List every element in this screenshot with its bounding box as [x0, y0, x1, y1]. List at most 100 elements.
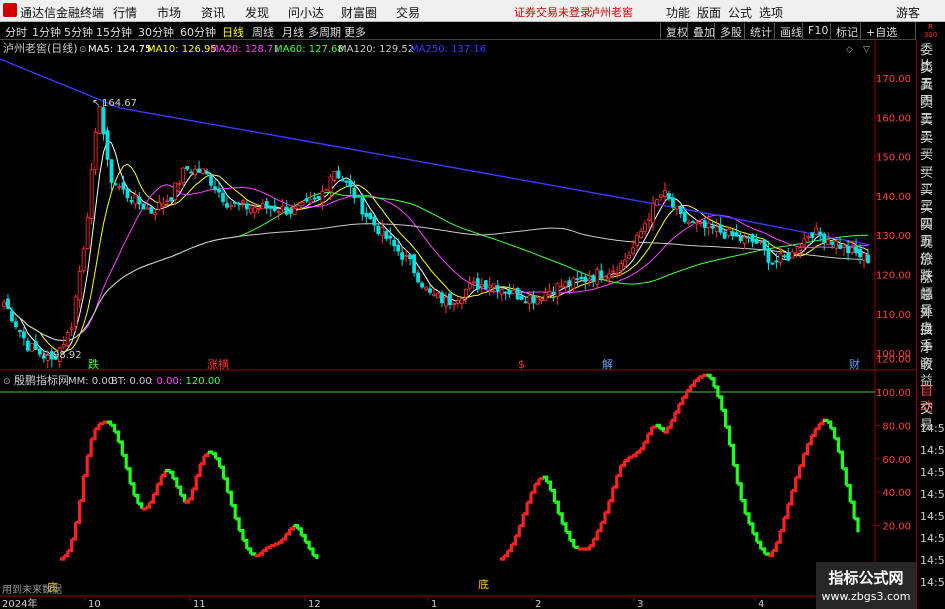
chart-canvas[interactable]: 泸州老窖(日线) ⊙ MA5: 124.75 MA10: 126.95 MA20… — [0, 40, 916, 609]
candle-body — [137, 196, 142, 205]
candle-body — [587, 278, 592, 281]
period-5min[interactable]: 5分钟 — [64, 24, 93, 40]
menu-formula[interactable]: 公式 — [728, 4, 752, 21]
tool-mark[interactable]: 标记 — [830, 23, 862, 39]
tool-multi-stock[interactable]: 多股 — [714, 23, 746, 39]
event-marker-rise[interactable]: 涨横 — [207, 357, 229, 371]
candle-body — [145, 207, 150, 210]
indicator-step — [682, 390, 689, 399]
indicator-step — [196, 463, 202, 478]
indicator-step — [706, 373, 712, 379]
price-tick-label: 130.00 — [876, 231, 911, 242]
candle-body — [85, 217, 90, 249]
candle-body — [300, 202, 305, 206]
period-multi[interactable]: 多周期 — [308, 24, 341, 40]
candle-body — [201, 168, 205, 174]
candle-body — [392, 240, 397, 247]
indicator-step — [106, 420, 113, 426]
candle-body — [495, 285, 500, 292]
menu-news[interactable]: 资讯 — [201, 4, 225, 21]
indicator-step — [752, 532, 759, 543]
indicator-step — [258, 550, 264, 556]
indicator-step — [550, 488, 556, 503]
event-marker-finance[interactable]: 财 — [849, 357, 860, 371]
menu-wealth-circle[interactable]: 财富圈 — [341, 4, 377, 21]
date-label-oct: 10 — [88, 599, 101, 609]
menu-market-quotes[interactable]: 行情 — [113, 4, 137, 21]
candle-body — [360, 197, 365, 215]
period-30min[interactable]: 30分钟 — [138, 24, 174, 40]
period-monthly[interactable]: 月线 — [282, 24, 304, 40]
candle-body — [304, 198, 309, 202]
menu-market[interactable]: 市场 — [157, 4, 181, 21]
indicator-step — [122, 453, 128, 469]
indicator-step — [698, 375, 704, 379]
menu-functions[interactable]: 功能 — [666, 4, 690, 21]
candle-body — [93, 131, 98, 171]
indicator-step — [675, 403, 681, 414]
period-daily[interactable]: 日线 — [222, 24, 244, 40]
chart-settings-icon[interactable]: ▽ — [863, 45, 870, 55]
indicator-step — [227, 490, 233, 506]
event-marker-dividend[interactable]: $ — [518, 358, 525, 371]
watermark-title: 指标公式网 — [828, 569, 903, 587]
period-more[interactable]: 更多 — [344, 24, 366, 40]
candle-body — [559, 285, 564, 288]
candle-body — [388, 235, 393, 239]
menu-layout[interactable]: 版面 — [697, 4, 721, 21]
indicator-step — [110, 423, 117, 433]
candle-body — [14, 321, 18, 328]
indicator-step — [289, 525, 296, 531]
event-marker-unlock[interactable]: 解 — [602, 357, 613, 371]
indicator-step — [285, 528, 292, 536]
menu-options[interactable]: 选项 — [759, 4, 783, 21]
indicator-step — [745, 512, 751, 524]
candle-body — [244, 203, 249, 210]
candle-body — [69, 327, 74, 330]
period-60min[interactable]: 60分钟 — [180, 24, 216, 40]
indicator-step — [636, 448, 642, 454]
candle-body — [563, 281, 568, 288]
menu-ask[interactable]: 问小达 — [288, 4, 324, 21]
app-title: 通达信金融终端 — [20, 6, 105, 20]
ma5-label: MA5: 124.75 — [88, 44, 151, 55]
indicator-header: ⊙ 殷鹏指标网 MM: 0.00 BT: 0.00 : 0.00 : 120.0… — [3, 373, 221, 387]
period-1min[interactable]: 1分钟 — [32, 24, 61, 40]
candle-body — [141, 203, 146, 210]
candle-body — [738, 236, 743, 242]
date-label-mar: 3 — [637, 599, 643, 609]
indicator-step — [686, 385, 693, 392]
candle-body — [706, 222, 711, 229]
login-notice[interactable]: 证券交易未登录 — [514, 4, 591, 20]
chart-menu-icon[interactable]: ◇ — [846, 45, 853, 55]
indicator-collapse-icon[interactable]: ⊙ — [3, 377, 11, 387]
ma20-label: MA20: 128.71 — [210, 44, 280, 55]
indicator-step — [647, 427, 654, 436]
candle-body — [798, 247, 803, 251]
candle-body — [428, 288, 432, 293]
tool-statistics[interactable]: 统计 — [744, 23, 776, 39]
candle-body — [396, 244, 401, 252]
candle-body — [153, 212, 158, 216]
indicator-step — [616, 465, 623, 478]
indicator-step — [799, 453, 806, 468]
menu-discover[interactable]: 发现 — [245, 4, 269, 21]
indicator-step — [573, 545, 580, 549]
candle-body — [523, 301, 528, 304]
candle-body — [356, 195, 361, 198]
period-weekly[interactable]: 周线 — [252, 24, 274, 40]
indicator-step — [79, 475, 85, 503]
tool-add-watchlist[interactable]: +自选 — [860, 23, 901, 39]
menu-trade[interactable]: 交易 — [396, 4, 420, 21]
candle-body — [448, 293, 452, 305]
candle-body — [149, 206, 154, 214]
candle-body — [866, 254, 870, 263]
watermark-url: www.zbgs3.com — [822, 590, 911, 603]
event-marker-fall[interactable]: 跌 — [88, 357, 99, 371]
period-intraday[interactable]: 分时 — [5, 24, 27, 40]
guest-user[interactable]: 游客 — [896, 4, 920, 21]
collapse-chevron-icon[interactable]: ⊙ — [79, 45, 87, 55]
period-15min[interactable]: 15分钟 — [96, 24, 132, 40]
tool-f10[interactable]: F10 — [802, 23, 832, 39]
candle-body — [452, 303, 456, 305]
